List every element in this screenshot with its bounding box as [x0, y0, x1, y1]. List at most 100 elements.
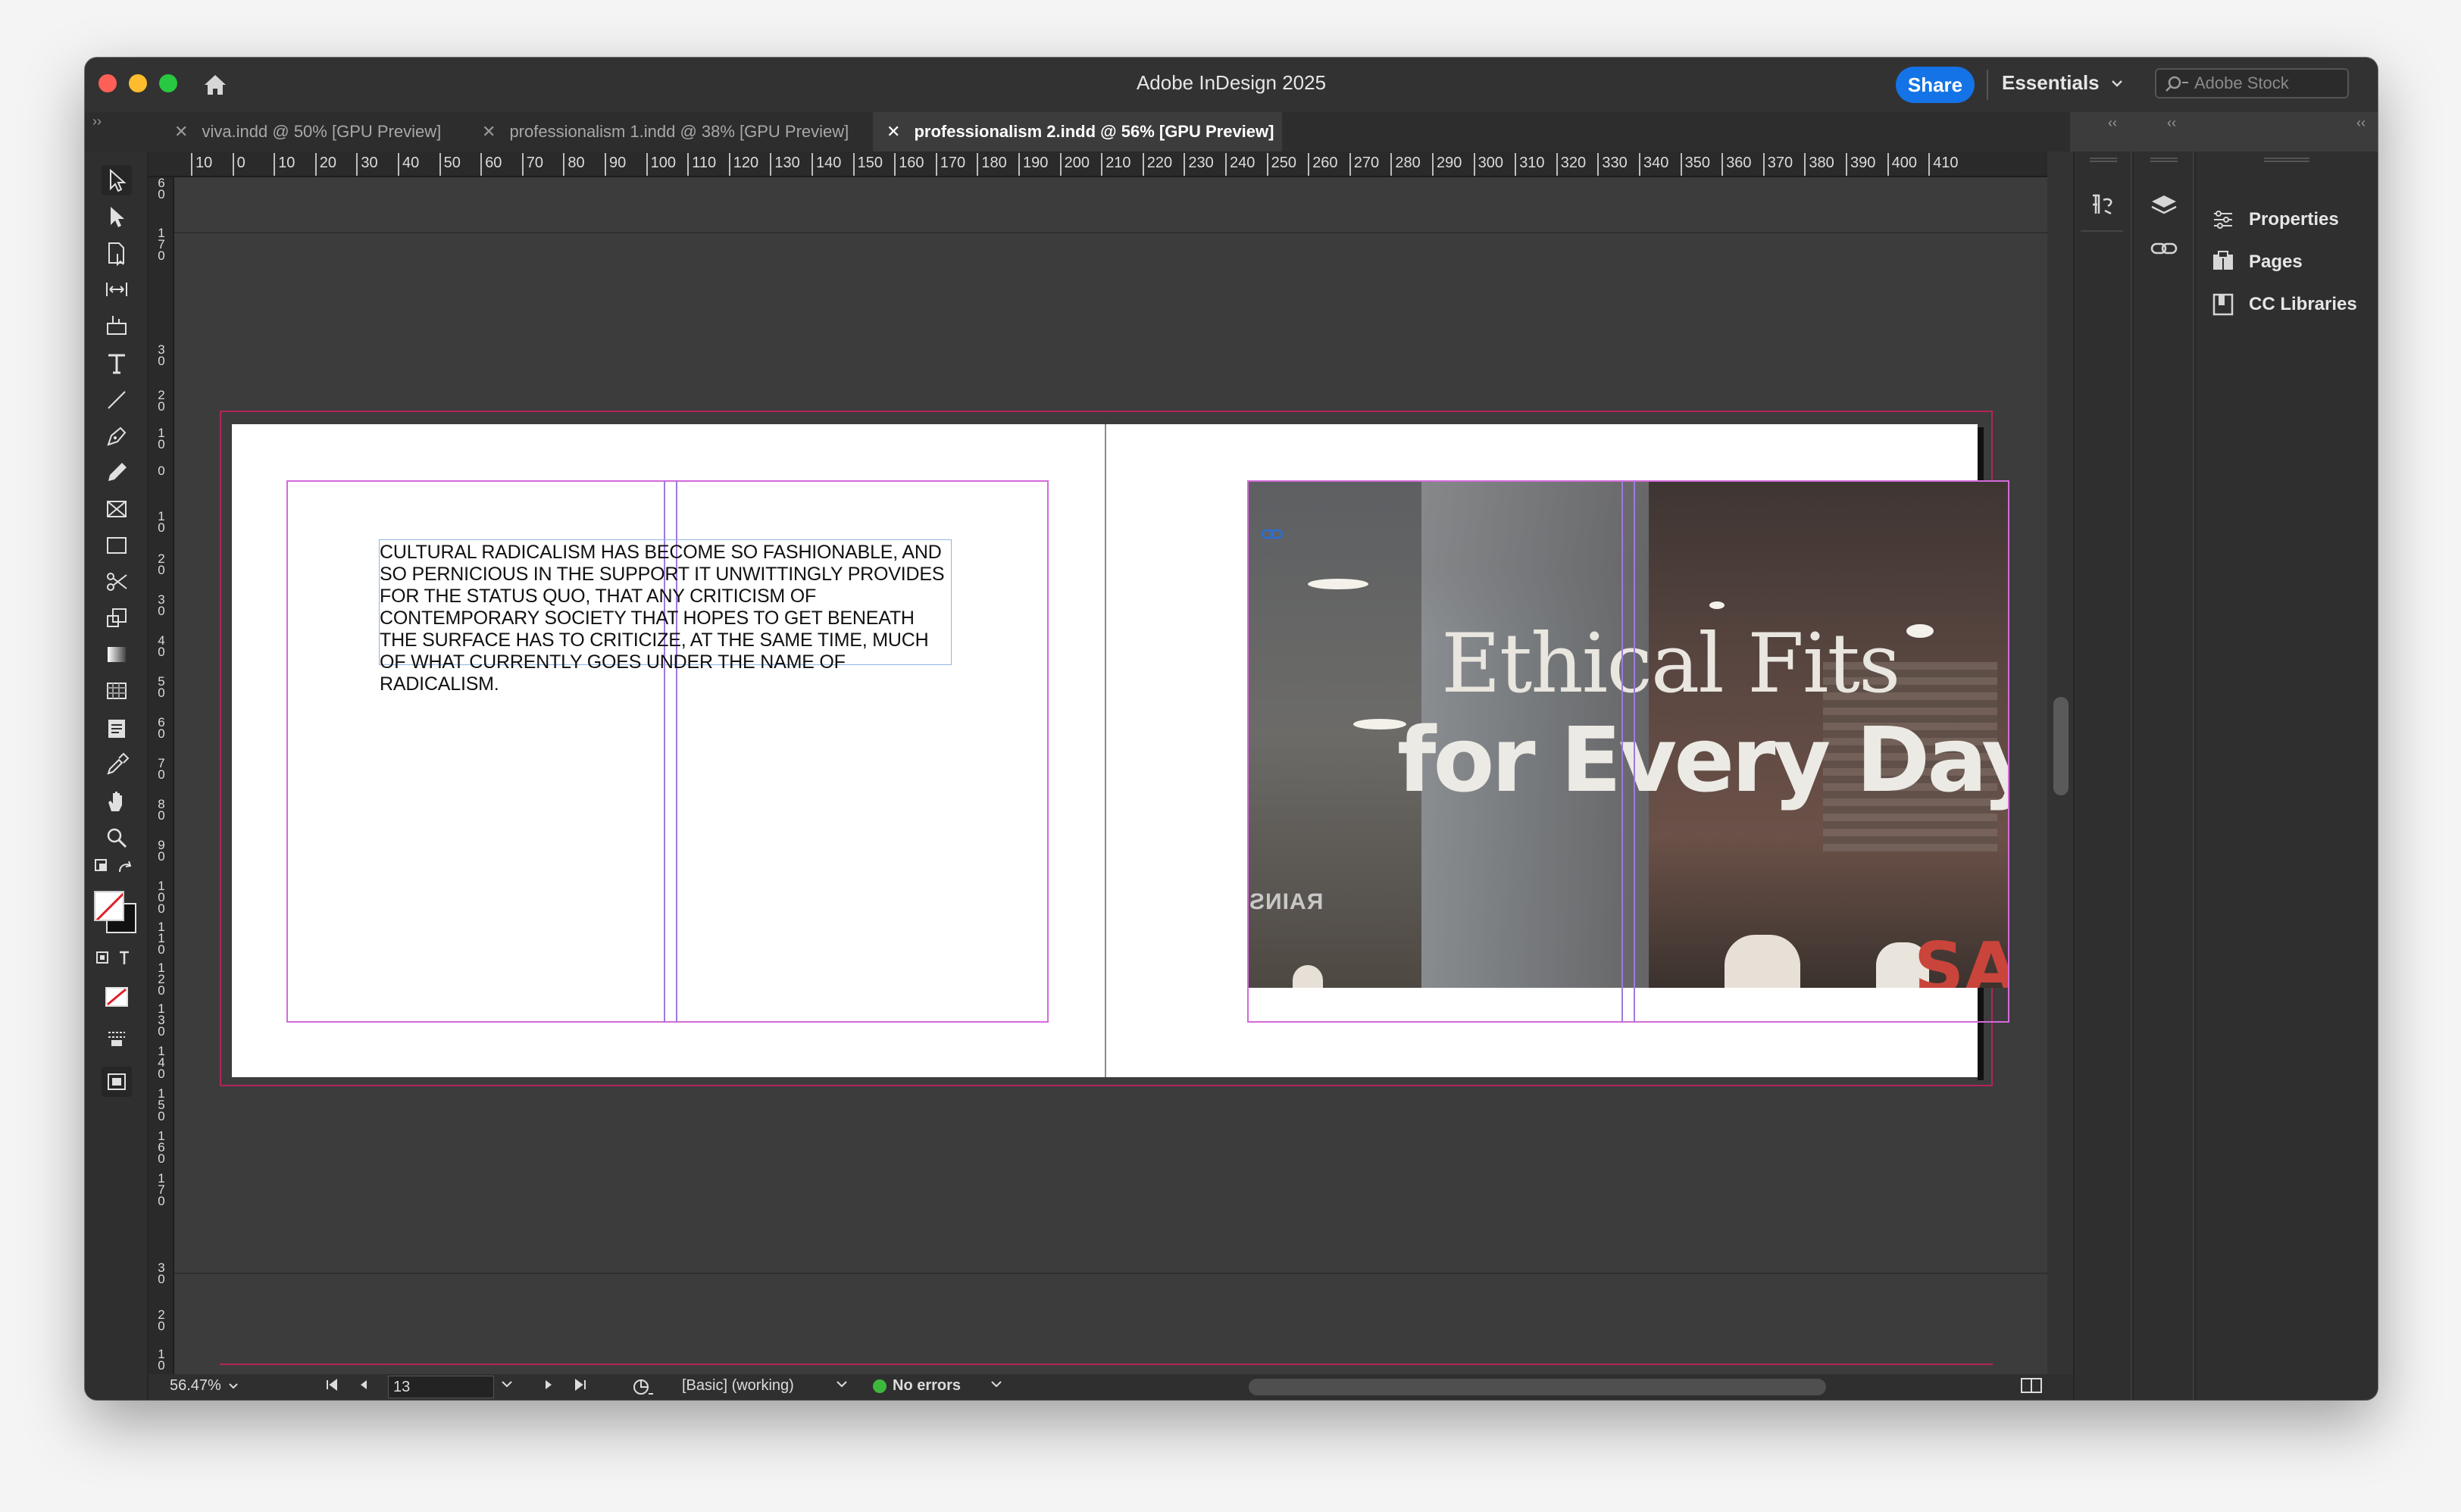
profile-dropdown-button[interactable]: [835, 1377, 849, 1391]
bleed-guide: [220, 1364, 1993, 1365]
ruler-tick-mark: [852, 153, 855, 176]
ruler-tick-label: 0: [236, 155, 245, 171]
page-dropdown-button[interactable]: [500, 1377, 514, 1391]
margin-guide-right: [1247, 480, 2009, 1023]
link-icon[interactable]: [1261, 527, 1284, 545]
tab-professionalism-1[interactable]: ✕ professionalism 1.indd @ 38% [GPU Prev…: [468, 112, 938, 152]
horizontal-ruler[interactable]: 10 0 10 20 30 40 50 60 70 80 90 100 110 120 130 140 150 1…: [149, 152, 2047, 177]
split-window-button[interactable]: [2020, 1377, 2043, 1394]
panel-properties[interactable]: Properties: [2211, 208, 2339, 232]
collapse-toolbar-icon[interactable]: ››: [92, 114, 102, 130]
adobe-stock-search[interactable]: Adobe Stock: [2155, 68, 2349, 98]
document-canvas[interactable]: CULTURAL RADICALISM HAS BECOME SO FASHIO…: [174, 177, 2047, 1374]
line-tool-icon[interactable]: [102, 385, 132, 415]
ruler-tick-mark: [1928, 153, 1931, 176]
divider: [1987, 70, 1988, 100]
close-tab-icon[interactable]: ✕: [887, 122, 900, 142]
previous-page-button[interactable]: [358, 1377, 370, 1392]
ruler-tick-mark: [1184, 153, 1186, 176]
tab-viva[interactable]: ✕ viva.indd @ 50% [GPU Preview]: [161, 112, 461, 152]
collapse-panel-icon[interactable]: ‹‹: [2356, 115, 2366, 131]
pencil-tool-icon[interactable]: [102, 458, 132, 488]
first-page-button[interactable]: [324, 1377, 339, 1392]
preflight-toggle[interactable]: [632, 1377, 655, 1397]
selection-tool-icon[interactable]: [102, 165, 132, 195]
workspace-switcher[interactable]: Essentials: [2002, 71, 2124, 95]
collapse-panel-icon[interactable]: ‹‹: [2108, 115, 2117, 131]
eyedropper-tool-icon[interactable]: [102, 750, 132, 780]
ruler-tick-label: 10: [158, 509, 165, 535]
page-number-field[interactable]: 13: [388, 1376, 494, 1398]
body-text-frame[interactable]: CULTURAL RADICALISM HAS BECOME SO FASHIO…: [379, 539, 952, 695]
zoom-level-dropdown[interactable]: 56.47%: [170, 1377, 239, 1395]
ruler-tick-mark: [1597, 153, 1599, 176]
preflight-profile-dropdown[interactable]: [Basic] (working): [682, 1377, 794, 1395]
ruler-tick-label: 60: [485, 155, 502, 171]
ruler-tick-label: 250: [1271, 155, 1296, 171]
panel-grip[interactable]: [2264, 158, 2309, 162]
hand-tool-icon[interactable]: [102, 786, 132, 817]
gradient-feather-tool-icon[interactable]: [102, 676, 132, 706]
free-transform-tool-icon[interactable]: [102, 603, 132, 633]
ruler-tick-label: 80: [568, 155, 585, 171]
scissors-tool-icon[interactable]: [102, 567, 132, 597]
rectangle-tool-icon[interactable]: [102, 530, 132, 561]
ruler-tick-mark: [770, 153, 772, 176]
direct-selection-tool-icon[interactable]: [102, 201, 132, 232]
scrollbar-thumb[interactable]: [2053, 697, 2069, 795]
last-page-button[interactable]: [573, 1377, 588, 1392]
ruler-tick-label: 120: [733, 155, 759, 171]
links-icon[interactable]: [2149, 233, 2179, 267]
note-tool-icon[interactable]: [102, 714, 132, 744]
panel-grip[interactable]: [2150, 158, 2178, 162]
close-tab-icon[interactable]: ✕: [482, 122, 496, 142]
ruler-tick-label: 100: [650, 155, 676, 171]
status-ok-icon: [873, 1379, 887, 1393]
preflight-menu-button[interactable]: [990, 1377, 1003, 1391]
content-collector-icon[interactable]: [102, 311, 132, 341]
ruler-tick-mark: [687, 153, 690, 176]
formatting-affects-container-icon[interactable]: [94, 942, 139, 973]
panel-label: CC Libraries: [2249, 294, 2357, 314]
share-button[interactable]: Share: [1896, 67, 1975, 103]
layers-icon[interactable]: [2149, 191, 2179, 225]
close-tab-icon[interactable]: ✕: [174, 122, 188, 142]
screen-mode-icon[interactable]: [102, 1023, 132, 1053]
horizontal-scrollbar-thumb[interactable]: [1249, 1379, 1826, 1395]
gap-tool-icon[interactable]: [102, 274, 132, 305]
panel-pages[interactable]: Pages: [2211, 250, 2303, 274]
next-page-button[interactable]: [543, 1377, 555, 1392]
vertical-scrollbar[interactable]: [2047, 152, 2073, 1374]
rectangle-frame-tool-icon[interactable]: [102, 494, 132, 524]
paragraph-style-icon[interactable]: [2088, 189, 2119, 223]
ruler-tick-label: 150: [158, 1086, 165, 1123]
swap-fill-stroke-icon[interactable]: [92, 853, 135, 883]
properties-icon: [2214, 211, 2232, 229]
tab-professionalism-2[interactable]: ✕ professionalism 2.indd @ 56% [GPU Prev…: [873, 112, 1282, 152]
panel-grip[interactable]: [2090, 158, 2117, 162]
ruler-tick-mark: [728, 153, 730, 176]
collapse-panel-icon[interactable]: ‹‹: [2167, 115, 2176, 131]
page-tool-icon[interactable]: [102, 238, 132, 268]
ruler-tick-label: 60: [158, 177, 165, 201]
ruler-tick-label: 30: [158, 342, 165, 368]
panel-cc-libraries[interactable]: CC Libraries: [2211, 292, 2357, 317]
preview-mode-icon[interactable]: [102, 1067, 132, 1097]
ruler-tick-mark: [1887, 153, 1889, 176]
fill-stroke-swatch[interactable]: [91, 889, 139, 935]
gradient-swatch-tool-icon[interactable]: [102, 639, 132, 670]
ruler-tick-mark: [1018, 153, 1020, 176]
ruler-tick-mark: [439, 153, 441, 176]
search-icon: [2165, 76, 2188, 92]
preflight-status[interactable]: No errors: [873, 1377, 961, 1395]
ruler-tick-label: 70: [158, 756, 165, 782]
zoom-tool-icon[interactable]: [102, 823, 132, 853]
ruler-tick-label: 130: [158, 1001, 165, 1039]
pen-tool-icon[interactable]: [102, 421, 132, 451]
panel-label: Properties: [2249, 209, 2339, 230]
ruler-tick-mark: [1721, 153, 1724, 176]
vertical-ruler[interactable]: 60 170 30 20 10 0 10 20 30 40 50 60 70 80 90 100 110 120 1…: [149, 177, 174, 1374]
type-tool-icon[interactable]: [102, 348, 132, 379]
fill-swatch[interactable]: [94, 891, 124, 921]
apply-none-icon[interactable]: [102, 982, 132, 1012]
